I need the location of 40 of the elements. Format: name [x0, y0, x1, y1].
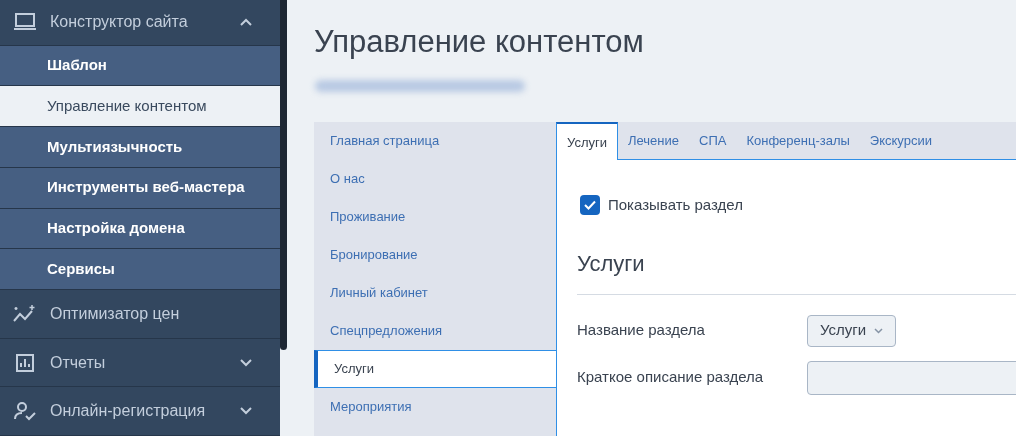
user-check-icon [13, 401, 37, 422]
sidebar-subitem[interactable]: Сервисы [0, 249, 280, 290]
dropdown-button[interactable]: Услуги [807, 314, 897, 347]
page-list-item[interactable]: Спецпредложения [314, 312, 556, 350]
sidebar-item[interactable]: Онлайн-регистрация [0, 387, 280, 436]
tab[interactable]: СПА [689, 122, 737, 160]
sidebar-item[interactable]: Отчеты [0, 338, 280, 388]
sidebar-subitem[interactable]: Настройка домена [0, 208, 280, 250]
tab[interactable]: Конференц-залы [736, 122, 860, 160]
page-list-item[interactable]: Бронирование [314, 236, 556, 274]
checkbox-label: Показывать раздел [608, 195, 743, 215]
sidebar-subitem[interactable]: Мультиязычность [0, 127, 280, 168]
page-list-item[interactable]: Мероприятия [314, 388, 556, 426]
sidebar-subitem[interactable]: Шаблон [0, 45, 280, 87]
page-title: Управление контентом [314, 23, 645, 61]
field-label: Краткое описание раздела [577, 367, 765, 388]
laptop-icon [13, 12, 37, 33]
chevron-down-icon [240, 358, 252, 367]
page-list-item[interactable]: О нас [314, 160, 556, 198]
tab[interactable]: Услуги [556, 122, 618, 161]
page-list-item[interactable]: Главная страница [314, 122, 556, 160]
chevron-down-icon [874, 327, 884, 334]
check-icon [584, 200, 596, 211]
page-list-item[interactable]: Услуги [314, 350, 556, 388]
field-label: Название раздела [577, 320, 706, 341]
trend-line-icon [12, 303, 38, 324]
page-list-item[interactable]: Проживание [314, 198, 556, 236]
input-field[interactable] [807, 360, 1016, 395]
scrollbar[interactable] [280, 0, 287, 350]
sidebar-subitem[interactable]: Управление контентом [0, 86, 280, 128]
tab[interactable]: Лечение [618, 122, 689, 160]
tab[interactable]: Экскурсии [859, 122, 942, 160]
chevron-down-icon [240, 407, 252, 416]
page-list-item[interactable]: Личный кабинет [314, 274, 556, 312]
chevron-up-icon [240, 18, 252, 27]
sidebar-subitem[interactable]: Инструменты веб-мастера [0, 167, 280, 209]
bar-chart-icon [15, 352, 35, 373]
checkbox[interactable] [580, 195, 600, 216]
sidebar-item[interactable]: Конструктор сайта [0, 0, 280, 46]
section-heading: Услуги [577, 246, 1016, 295]
